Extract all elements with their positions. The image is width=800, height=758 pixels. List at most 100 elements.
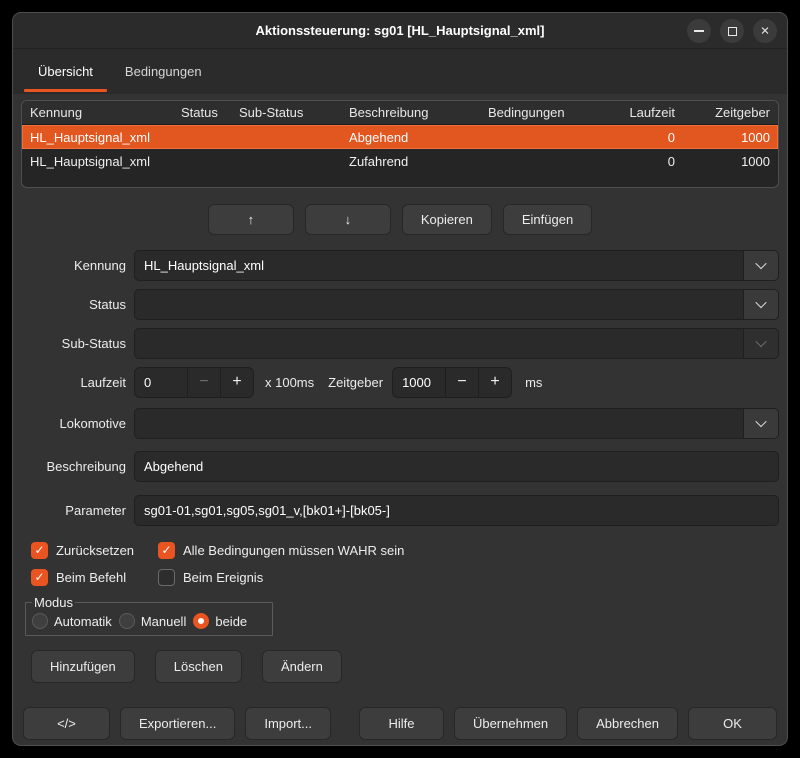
table-row[interactable]: HL_Hauptsignal_xml Abgehend 0 1000	[22, 125, 778, 149]
actions-table: Kennung Status Sub-Status Beschreibung B…	[21, 100, 779, 188]
beschreibung-label: Beschreibung	[21, 459, 126, 474]
dialog-window: Aktionssteuerung: sg01 [HL_Hauptsignal_x…	[12, 12, 788, 746]
laufzeit-unit-label: x 100ms	[265, 375, 314, 390]
sub-status-label: Sub-Status	[21, 336, 126, 351]
radio-on-icon[interactable]	[193, 613, 209, 629]
ok-button[interactable]: OK	[688, 707, 777, 740]
status-combobox[interactable]	[134, 289, 779, 320]
sub-status-dropdown-button	[743, 329, 778, 358]
parameter-field[interactable]	[134, 495, 779, 526]
maximize-button[interactable]	[720, 19, 744, 43]
status-input[interactable]	[135, 290, 743, 319]
checkbox-checked-icon[interactable]	[31, 569, 48, 586]
zeitgeber-increment-button[interactable]: +	[478, 368, 511, 397]
laufzeit-spinner: − +	[134, 367, 254, 398]
export-button[interactable]: Exportieren...	[120, 707, 235, 740]
close-icon: ×	[761, 23, 770, 38]
move-up-button[interactable]: ↑	[208, 204, 294, 235]
zeitgeber-spinner: − +	[392, 367, 512, 398]
zeitgeber-label: Zeitgeber	[328, 375, 383, 390]
col-beschreibung[interactable]: Beschreibung	[341, 105, 480, 120]
apply-button[interactable]: Übernehmen	[454, 707, 567, 740]
copy-button[interactable]: Kopieren	[402, 204, 492, 235]
chevron-down-icon	[755, 258, 766, 269]
delete-button[interactable]: Löschen	[155, 650, 242, 683]
status-dropdown-button[interactable]	[743, 290, 778, 319]
close-button[interactable]: ×	[753, 19, 777, 43]
minus-icon: −	[457, 373, 466, 391]
radio-manuell[interactable]: Manuell	[119, 613, 187, 629]
window-controls: ×	[687, 13, 777, 49]
laufzeit-input[interactable]	[135, 368, 187, 397]
plus-icon: +	[490, 373, 499, 391]
laufzeit-increment-button[interactable]: +	[220, 368, 253, 397]
parameter-label: Parameter	[21, 503, 126, 518]
kennung-combobox[interactable]	[134, 250, 779, 281]
tab-bedingungen[interactable]: Bedingungen	[109, 49, 218, 94]
minus-icon: −	[199, 373, 208, 391]
radio-off-icon[interactable]	[119, 613, 135, 629]
chevron-down-icon	[755, 416, 766, 427]
parameter-input[interactable]	[135, 496, 778, 525]
titlebar[interactable]: Aktionssteuerung: sg01 [HL_Hauptsignal_x…	[13, 13, 787, 49]
col-bedingungen[interactable]: Bedingungen	[480, 105, 605, 120]
checkbox-alle-bedingungen[interactable]: Alle Bedingungen müssen WAHR sein	[158, 542, 404, 559]
table-header[interactable]: Kennung Status Sub-Status Beschreibung B…	[22, 101, 778, 125]
move-down-button[interactable]: ↓	[305, 204, 391, 235]
add-button[interactable]: Hinzufügen	[31, 650, 135, 683]
zeitgeber-input[interactable]	[393, 368, 445, 397]
paste-button[interactable]: Einfügen	[503, 204, 592, 235]
plus-icon: +	[232, 373, 241, 391]
screen-background: Aktionssteuerung: sg01 [HL_Hauptsignal_x…	[0, 0, 800, 758]
modus-legend: Modus	[32, 595, 75, 610]
minimize-icon	[694, 30, 704, 32]
kennung-input[interactable]	[135, 251, 743, 280]
arrow-down-icon: ↓	[345, 212, 352, 227]
list-toolbar: ↑ ↓ Kopieren Einfügen	[21, 204, 779, 235]
col-laufzeit[interactable]: Laufzeit	[605, 105, 683, 120]
modus-group: Modus Automatik Manuell beide	[25, 595, 273, 636]
col-sub-status[interactable]: Sub-Status	[231, 105, 341, 120]
table-row[interactable]: HL_Hauptsignal_xml Zufahrend 0 1000	[22, 149, 778, 173]
checkbox-checked-icon[interactable]	[31, 542, 48, 559]
lokomotive-dropdown-button[interactable]	[743, 409, 778, 438]
checkbox-zuruecksetzen[interactable]: Zurücksetzen	[31, 542, 158, 559]
radio-beide[interactable]: beide	[193, 613, 247, 629]
radio-off-icon[interactable]	[32, 613, 48, 629]
zeitgeber-decrement-button[interactable]: −	[445, 368, 478, 397]
laufzeit-decrement-button[interactable]: −	[187, 368, 220, 397]
radio-automatik[interactable]: Automatik	[32, 613, 112, 629]
code-view-button[interactable]: </>	[23, 707, 110, 740]
lokomotive-label: Lokomotive	[21, 416, 126, 431]
checkbox-beim-befehl[interactable]: Beim Befehl	[31, 569, 158, 586]
tab-uebersicht[interactable]: Übersicht	[22, 49, 109, 94]
minimize-button[interactable]	[687, 19, 711, 43]
tab-content: Kennung Status Sub-Status Beschreibung B…	[13, 94, 787, 740]
checkbox-checked-icon[interactable]	[158, 542, 175, 559]
beschreibung-input[interactable]	[135, 452, 778, 481]
window-title: Aktionssteuerung: sg01 [HL_Hauptsignal_x…	[256, 23, 545, 38]
status-label: Status	[21, 297, 126, 312]
cancel-button[interactable]: Abbrechen	[577, 707, 678, 740]
kennung-dropdown-button[interactable]	[743, 251, 778, 280]
help-button[interactable]: Hilfe	[359, 707, 444, 740]
code-icon: </>	[57, 716, 76, 731]
arrow-up-icon: ↑	[248, 212, 255, 227]
sub-status-combobox	[134, 328, 779, 359]
change-button[interactable]: Ändern	[262, 650, 342, 683]
checkbox-unchecked-icon[interactable]	[158, 569, 175, 586]
import-button[interactable]: Import...	[245, 707, 331, 740]
maximize-icon	[728, 27, 737, 36]
checkbox-beim-ereignis[interactable]: Beim Ereignis	[158, 569, 263, 586]
laufzeit-label: Laufzeit	[21, 375, 126, 390]
lokomotive-combobox[interactable]	[134, 408, 779, 439]
zeitgeber-unit-label: ms	[525, 375, 542, 390]
col-status[interactable]: Status	[173, 105, 231, 120]
lokomotive-input[interactable]	[135, 409, 743, 438]
options-area: Zurücksetzen Alle Bedingungen müssen WAH…	[31, 541, 779, 586]
chevron-down-icon	[755, 336, 766, 347]
kennung-label: Kennung	[21, 258, 126, 273]
beschreibung-field[interactable]	[134, 451, 779, 482]
col-kennung[interactable]: Kennung	[22, 105, 173, 120]
col-zeitgeber[interactable]: Zeitgeber	[683, 105, 778, 120]
